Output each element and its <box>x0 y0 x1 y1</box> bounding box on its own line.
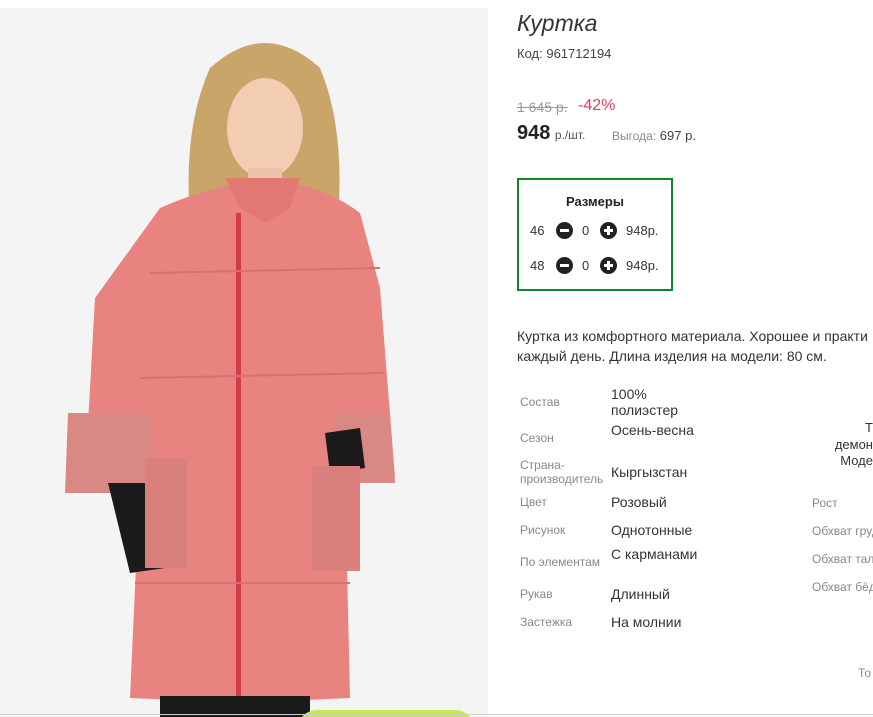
quantity-value: 0 <box>582 223 590 238</box>
decrease-qty-button[interactable] <box>556 222 573 239</box>
spec-label: По элементам <box>520 555 601 569</box>
price-value: 948 <box>517 122 551 144</box>
decrease-qty-button[interactable] <box>556 257 573 274</box>
benefit-label: Выгода: <box>612 129 657 143</box>
size-row: 48 0 948р. <box>519 256 671 276</box>
model-info-text: Моде <box>840 453 873 468</box>
spec-value: 100% полиэстер <box>611 386 679 418</box>
model-param-label: Рост <box>812 496 838 510</box>
product-code: Код: 961712194 <box>517 46 611 61</box>
model-in-pink-jacket-image <box>65 43 395 717</box>
product-title: Куртка <box>517 10 598 36</box>
description-line: каждый день. Длина изделия на модели: 80… <box>517 348 827 364</box>
discount-badge: -42% <box>578 97 616 114</box>
spec-label: Сезон <box>520 431 554 445</box>
spec-value: Осень-весна <box>611 422 694 438</box>
code-label: Код: <box>517 46 543 61</box>
current-price: 948 р./шт. <box>517 122 585 145</box>
spec-label: Рисунок <box>520 523 566 537</box>
increase-qty-button[interactable] <box>600 222 617 239</box>
product-description: Куртка из комфортного материала. Хорошее… <box>517 326 873 366</box>
benefit: Выгода: 697 р. <box>612 128 696 143</box>
benefit-value: 697 р. <box>659 128 696 143</box>
spec-label: Застежка <box>520 615 573 629</box>
divider <box>0 714 873 715</box>
size-price: 948р. <box>626 258 659 273</box>
model-info-text: демон <box>834 437 873 452</box>
product-photo[interactable] <box>0 8 488 717</box>
spec-value: Розовый <box>611 494 667 510</box>
spec-value: Длинный <box>611 586 670 602</box>
sizes-title: Размеры <box>566 194 624 209</box>
increase-qty-button[interactable] <box>600 257 617 274</box>
size-row: 46 0 948р. <box>519 221 671 241</box>
spec-value: С карманами <box>611 546 698 562</box>
spec-value: Однотонные <box>611 522 693 538</box>
size-value: 48 <box>530 258 545 273</box>
spec-label: Состав <box>520 395 560 409</box>
model-param-label: Обхват груд <box>812 524 873 538</box>
model-param-label: Обхват бёд <box>812 580 873 594</box>
size-price: 948р. <box>626 223 659 238</box>
model-param-label: Обхват тал <box>812 552 873 566</box>
sizes-selector: Размеры 46 0 948р. 48 0 948р. <box>517 178 673 291</box>
model-info-text: Т <box>865 420 873 435</box>
spec-label: Страна-производитель <box>520 458 604 486</box>
model-info-footer: То <box>858 666 872 680</box>
spec-value: На молнии <box>611 614 682 630</box>
spec-value: Кыргызстан <box>611 464 688 480</box>
code-value: 961712194 <box>546 46 612 61</box>
spec-label: Рукав <box>520 587 553 601</box>
size-value: 46 <box>530 223 545 238</box>
old-price: 1 645 р. <box>517 99 568 115</box>
description-line: Куртка из комфортного материала. Хорошее… <box>517 328 868 344</box>
spec-label: Цвет <box>520 495 547 509</box>
price-unit: р./шт. <box>554 128 586 142</box>
quantity-value: 0 <box>582 258 590 273</box>
